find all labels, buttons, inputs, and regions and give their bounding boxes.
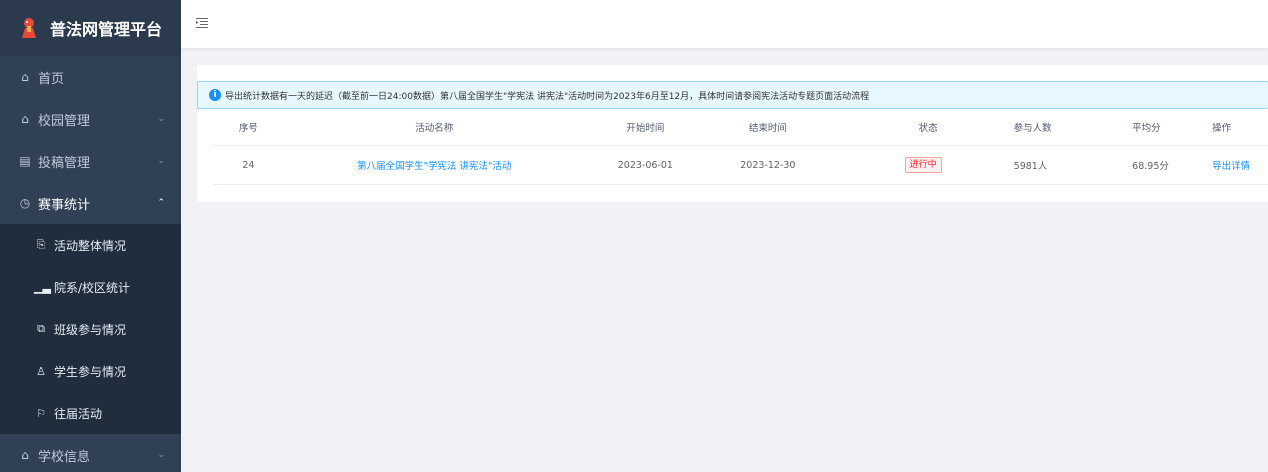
export-details-link[interactable]: 导出详情 (1188, 158, 1268, 172)
sidebar-item-label: 首页 (38, 71, 65, 87)
bar-chart-icon: ▁▃ (34, 280, 51, 294)
sidebar-item-label: 学校信息 (38, 449, 91, 465)
top-header (181, 0, 1268, 48)
cell-start-date: 2023-06-01 (617, 159, 673, 171)
column-header: 参与人数 (1013, 123, 1052, 134)
column-header: 活动名称 (415, 123, 454, 134)
column-header: 结束时间 (748, 123, 787, 134)
chevron-down-icon: ⌄ (157, 450, 165, 460)
home-icon: ⌂ (21, 112, 29, 126)
alert-text: 导出统计数据有一天的延迟（截至前一日24:00数据）第八届全国学生"学宪法 讲宪… (225, 91, 870, 102)
sidebar-subitem-department[interactable]: ▁▃ 院系/校区统计 (0, 266, 181, 308)
logo-area[interactable]: 普法网管理平台 (0, 0, 181, 56)
column-header: 平均分 (1132, 123, 1161, 134)
sidebar: 普法网管理平台 ⌂ 首页 ⌂ 校园管理 ⌄ ▤ 投稿管理 ⌄ ◷ 赛事统计 ⌃ … (0, 0, 181, 472)
cell-status: 进行中 (830, 157, 942, 173)
sidebar-item-event-statistics[interactable]: ◷ 赛事统计 ⌃ (0, 182, 181, 224)
cell-average-score: 68.95分 (1132, 161, 1169, 172)
class-icon: ⧉ (37, 322, 45, 335)
chevron-up-icon: ⌃ (157, 198, 165, 208)
info-icon: i (209, 89, 221, 101)
sidebar-subitem-class[interactable]: ⧉ 班级参与情况 (0, 308, 181, 350)
flag-icon: ⚐ (36, 406, 46, 420)
cell-participants: 5981人 (1013, 161, 1048, 172)
event-statistics-submenu: ⎘ 活动整体情况 ▁▃ 院系/校区统计 ⧉ 班级参与情况 ♙ 学生参与情况 ⚐ … (0, 224, 181, 434)
user-icon: ♙ (36, 364, 46, 378)
chevron-down-icon: ⌄ (157, 114, 165, 124)
sidebar-item-label: 校园管理 (38, 113, 91, 129)
activity-name-link[interactable]: 第八届全国学生"学宪法 讲宪法"活动 (284, 158, 585, 172)
column-header: 序号 (238, 123, 258, 134)
cell-end-date: 2023-12-30 (740, 159, 796, 171)
sidebar-subitem-label: 学生参与情况 (54, 364, 127, 379)
column-header: 开始时间 (626, 123, 665, 134)
sidebar-subitem-label: 活动整体情况 (54, 238, 127, 253)
menu-fold-icon[interactable] (196, 17, 208, 29)
sidebar-item-label: 赛事统计 (38, 197, 91, 213)
status-badge: 进行中 (904, 157, 942, 173)
app-title: 普法网管理平台 (50, 20, 163, 39)
clock-icon: ◷ (19, 196, 31, 210)
sidebar-subitem-student[interactable]: ♙ 学生参与情况 (0, 350, 181, 392)
sidebar-item-submission-management[interactable]: ▤ 投稿管理 ⌄ (0, 140, 181, 182)
sidebar-subitem-label: 院系/校区统计 (54, 280, 131, 295)
sidebar-item-home[interactable]: ⌂ 首页 (0, 56, 181, 98)
sidebar-subitem-past-events[interactable]: ⚐ 往届活动 (0, 392, 181, 434)
home-icon: ⌂ (21, 70, 29, 84)
column-header: 操作 (1212, 123, 1232, 134)
sidebar-item-school-info[interactable]: ⌂ 学校信息 ⌄ (0, 434, 181, 472)
chevron-down-icon: ⌄ (157, 156, 165, 166)
table-header: 序号 活动名称 开始时间 结束时间 状态 参与人数 平均分 操作 (213, 109, 1268, 146)
report-icon: ⎘ (36, 238, 46, 251)
bank-icon: ⌂ (21, 448, 29, 462)
statistics-table: 序号 活动名称 开始时间 结束时间 状态 参与人数 平均分 操作 24 第八届全… (213, 109, 1268, 185)
sidebar-subitem-label: 往届活动 (54, 406, 103, 421)
document-icon: ▤ (19, 154, 31, 168)
column-header: 状态 (918, 123, 938, 134)
content-card: i 导出统计数据有一天的延迟（截至前一日24:00数据）第八届全国学生"学宪法 … (197, 65, 1268, 202)
sidebar-subitem-overall[interactable]: ⎘ 活动整体情况 (0, 224, 181, 266)
column-header-status: 状态 (830, 120, 942, 134)
sidebar-subitem-label: 班级参与情况 (54, 322, 127, 337)
sidebar-item-campus-management[interactable]: ⌂ 校园管理 ⌄ (0, 98, 181, 140)
logo-icon (22, 18, 36, 38)
info-alert: i 导出统计数据有一天的延迟（截至前一日24:00数据）第八届全国学生"学宪法 … (197, 81, 1268, 109)
sidebar-item-label: 投稿管理 (38, 155, 91, 171)
cell-index: 24 (242, 159, 255, 171)
table-row: 24 第八届全国学生"学宪法 讲宪法"活动 2023-06-01 2023-12… (213, 146, 1268, 185)
